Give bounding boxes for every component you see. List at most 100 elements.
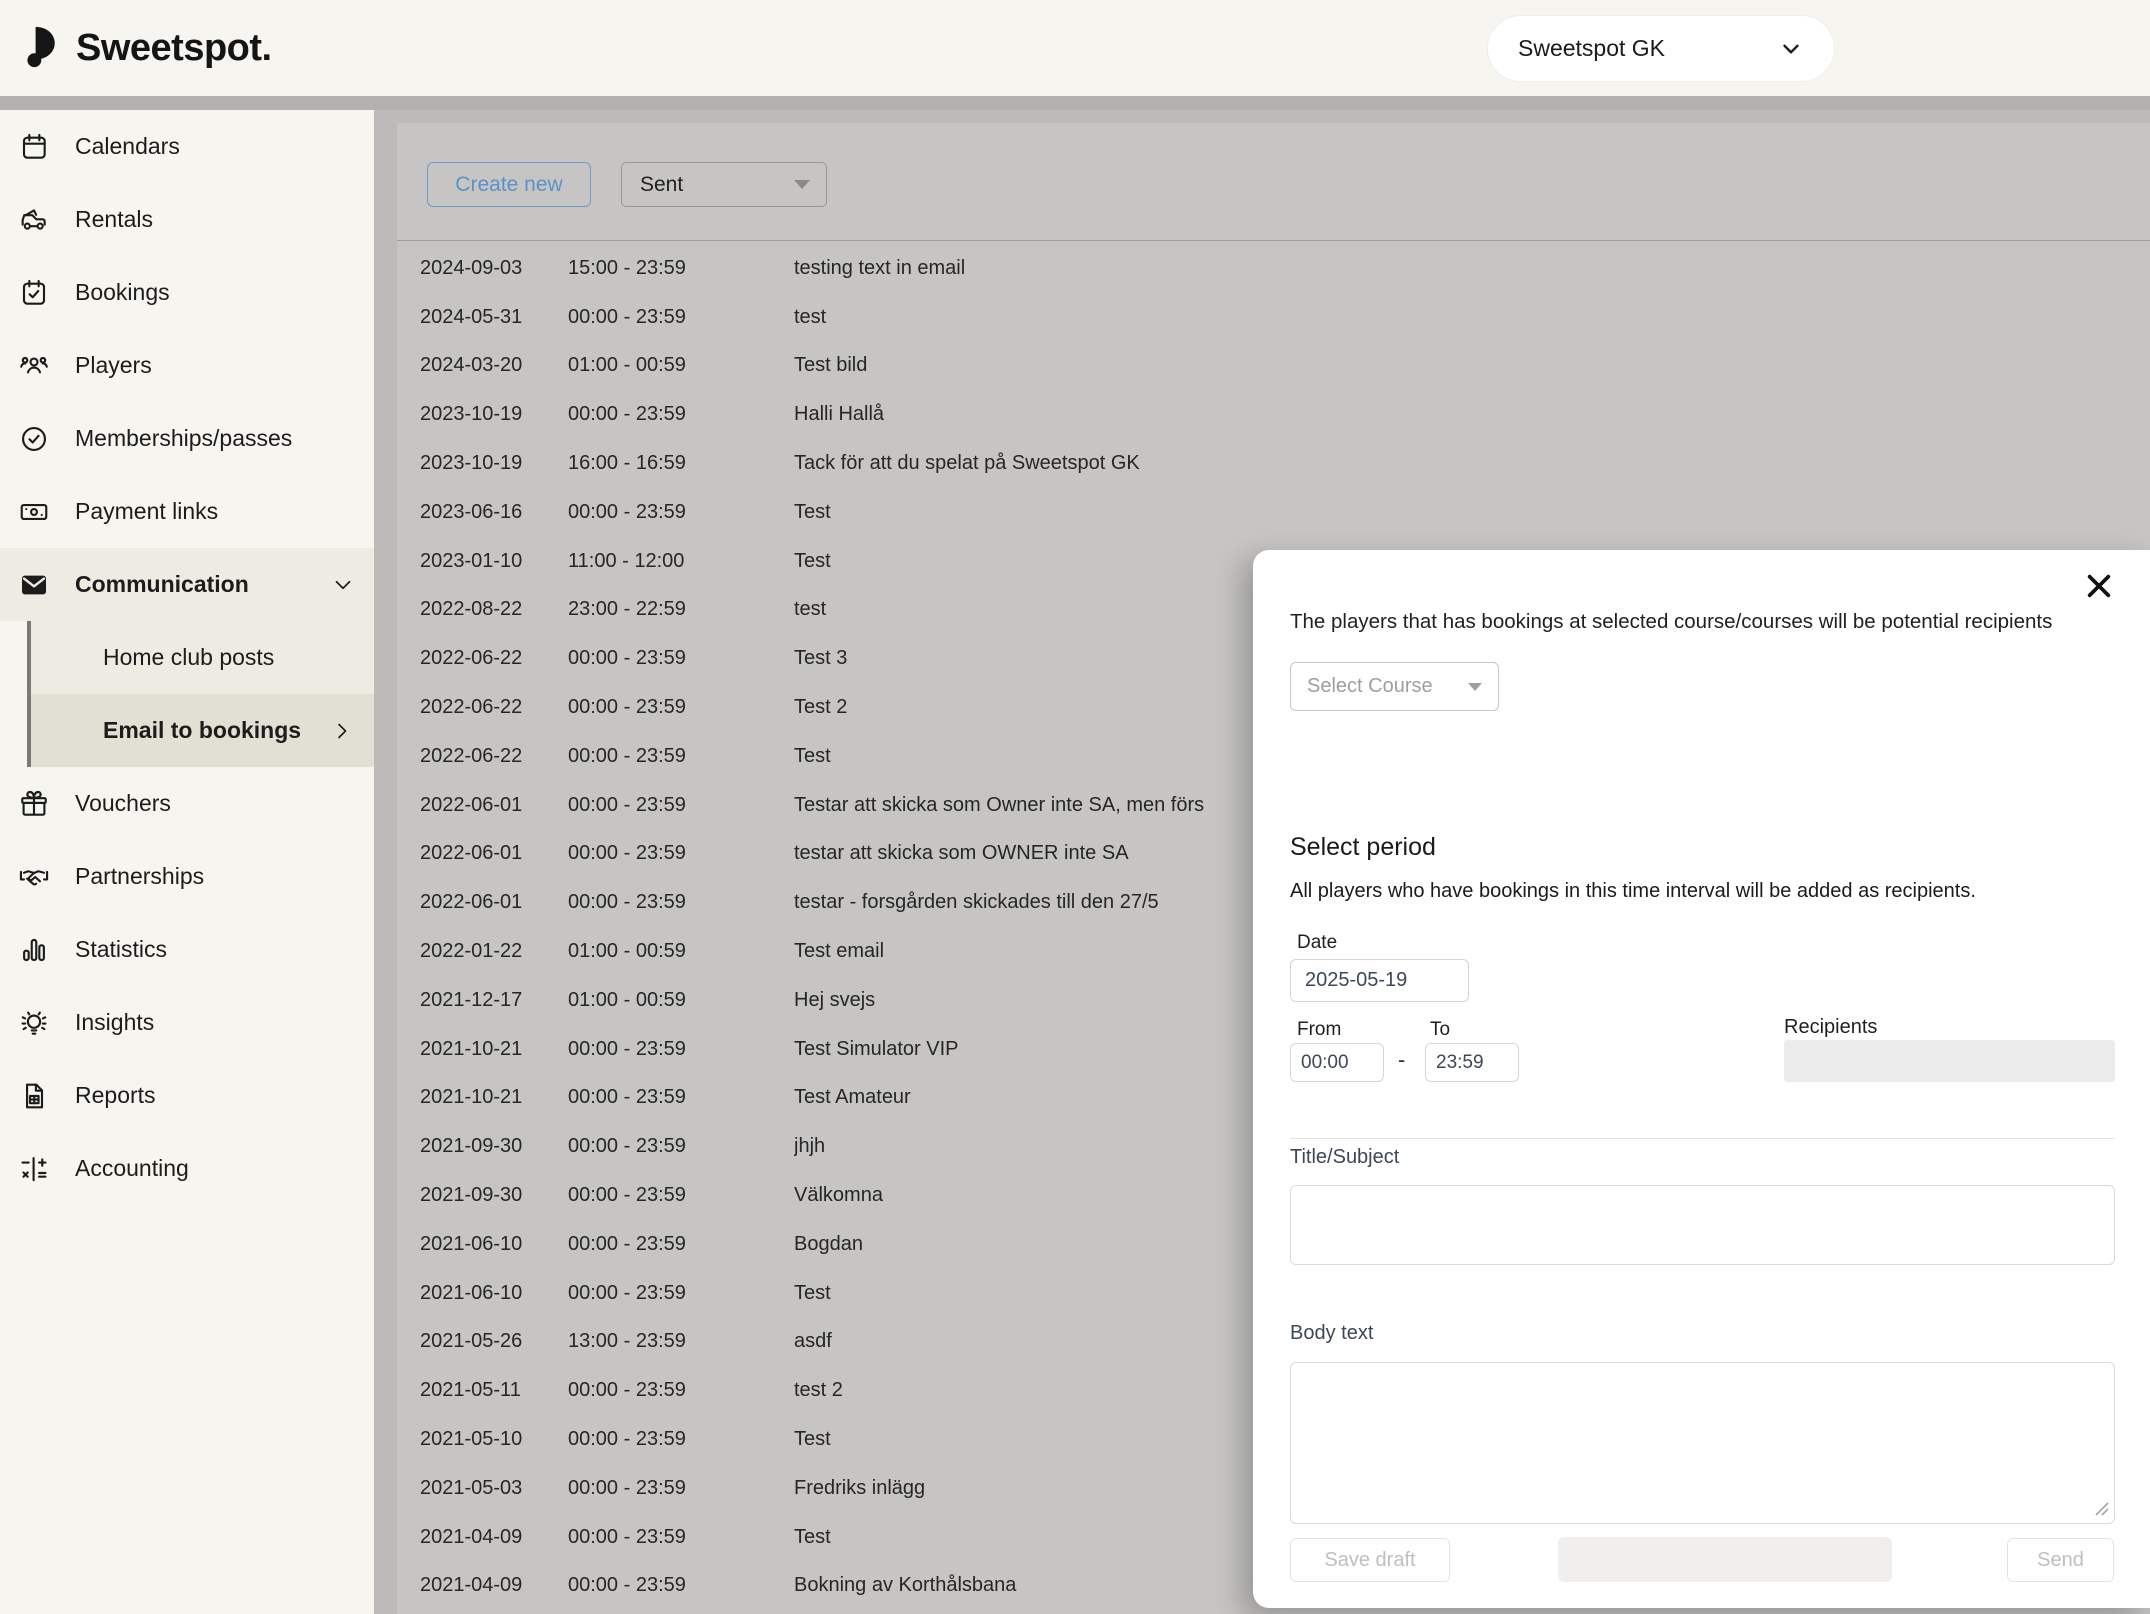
sidebar-item-rentals[interactable]: Rentals xyxy=(0,183,374,256)
document-icon xyxy=(17,1079,51,1113)
email-subject: test xyxy=(794,306,2150,329)
sidebar-item-label: Partnerships xyxy=(75,863,356,890)
email-time-range: 13:00 - 23:59 xyxy=(568,1330,794,1353)
email-date: 2022-06-22 xyxy=(420,696,568,719)
club-selector-dropdown[interactable]: Sweetspot GK xyxy=(1487,15,1835,82)
sidebar-item-label: Bookings xyxy=(75,279,356,306)
email-date: 2022-01-22 xyxy=(420,940,568,963)
email-date: 2021-05-11 xyxy=(420,1379,568,1402)
section-divider xyxy=(1290,1138,2115,1139)
email-row[interactable]: 2021-02-1010:00 - 10:10hallo xyxy=(397,1610,2150,1614)
email-date: 2022-06-01 xyxy=(420,891,568,914)
sidebar-item-label: Accounting xyxy=(75,1155,356,1182)
email-date: 2021-04-09 xyxy=(420,1526,568,1549)
sidebar-subitem-home-club-posts[interactable]: Home club posts xyxy=(31,621,374,694)
email-time-range: 23:00 - 22:59 xyxy=(568,598,794,621)
date-field[interactable] xyxy=(1290,959,1469,1002)
app-header: Sweetspot. Sweetspot GK xyxy=(0,0,2150,96)
date-label: Date xyxy=(1297,932,1337,954)
lightbulb-icon xyxy=(17,1006,51,1040)
sidebar-item-players[interactable]: Players xyxy=(0,329,374,402)
sidebar-item-insights[interactable]: Insights xyxy=(0,986,374,1059)
save-draft-button[interactable]: Save draft xyxy=(1290,1538,1450,1582)
sidebar-item-label: Players xyxy=(75,352,356,379)
sidebar-subitem-email-to-bookings[interactable]: Email to bookings xyxy=(31,694,374,767)
email-time-range: 16:00 - 16:59 xyxy=(568,452,794,475)
email-row[interactable]: 2023-10-1916:00 - 16:59Tack för att du s… xyxy=(397,439,2150,488)
title-subject-field[interactable] xyxy=(1290,1185,2115,1265)
email-date: 2023-06-16 xyxy=(420,501,568,524)
status-filter-dropdown[interactable]: Sent xyxy=(621,162,827,207)
select-period-description: All players who have bookings in this ti… xyxy=(1290,880,1976,903)
sidebar-item-label: Reports xyxy=(75,1082,356,1109)
status-filter-value: Sent xyxy=(640,173,683,197)
sidebar-item-statistics[interactable]: Statistics xyxy=(0,913,374,986)
modal-intro-text: The players that has bookings at selecte… xyxy=(1290,610,2120,634)
sidebar-item-partnerships[interactable]: Partnerships xyxy=(0,840,374,913)
email-row[interactable]: 2024-03-2001:00 - 00:59Test bild xyxy=(397,342,2150,391)
email-date: 2022-06-01 xyxy=(420,794,568,817)
sidebar-item-accounting[interactable]: Accounting xyxy=(0,1132,374,1205)
email-date: 2023-10-19 xyxy=(420,452,568,475)
email-date: 2022-06-22 xyxy=(420,745,568,768)
email-row[interactable]: 2024-05-3100:00 - 23:59test xyxy=(397,293,2150,342)
sidebar-item-communication[interactable]: Communication xyxy=(0,548,374,621)
handshake-icon xyxy=(17,860,51,894)
email-date: 2022-06-01 xyxy=(420,842,568,865)
email-time-range: 01:00 - 00:59 xyxy=(568,940,794,963)
email-subject: Test xyxy=(794,501,2150,524)
close-icon[interactable] xyxy=(2083,570,2115,602)
create-new-button[interactable]: Create new xyxy=(427,162,591,207)
sweetspot-logo-icon xyxy=(22,22,64,75)
header-shadow-strip xyxy=(0,96,2150,110)
banknote-icon xyxy=(17,495,51,529)
email-date: 2021-05-26 xyxy=(420,1330,568,1353)
body-text-field[interactable] xyxy=(1290,1362,2115,1524)
from-time-field[interactable] xyxy=(1290,1043,1384,1082)
from-label: From xyxy=(1297,1019,1341,1041)
sidebar-item-calendars[interactable]: Calendars xyxy=(0,110,374,183)
email-subject: Test bild xyxy=(794,354,2150,377)
sidebar-item-bookings[interactable]: Bookings xyxy=(0,256,374,329)
toolbar-divider xyxy=(397,240,2150,241)
sidebar-item-vouchers[interactable]: Vouchers xyxy=(0,767,374,840)
email-date: 2021-10-21 xyxy=(420,1038,568,1061)
sidebar-item-label: Rentals xyxy=(75,206,356,233)
to-label: To xyxy=(1430,1019,1450,1041)
email-date: 2022-08-22 xyxy=(420,598,568,621)
sidebar-item-reports[interactable]: Reports xyxy=(0,1059,374,1132)
email-row[interactable]: 2023-06-1600:00 - 23:59Test xyxy=(397,488,2150,537)
sidebar-item-label: Insights xyxy=(75,1009,356,1036)
email-row[interactable]: 2023-10-1900:00 - 23:59Halli Hallå xyxy=(397,390,2150,439)
send-button[interactable]: Send xyxy=(2007,1538,2114,1582)
email-subject: Halli Hallå xyxy=(794,403,2150,426)
calendar-check-icon xyxy=(17,276,51,310)
sidebar-item-payment-links[interactable]: Payment links xyxy=(0,475,374,548)
email-date: 2021-09-30 xyxy=(420,1135,568,1158)
email-date: 2021-06-10 xyxy=(420,1233,568,1256)
to-time-field[interactable] xyxy=(1425,1043,1519,1082)
email-time-range: 00:00 - 23:59 xyxy=(568,1379,794,1402)
sidebar-item-memberships-passes[interactable]: Memberships/passes xyxy=(0,402,374,475)
email-date: 2023-10-19 xyxy=(420,403,568,426)
email-time-range: 00:00 - 23:59 xyxy=(568,1086,794,1109)
chevron-down-icon xyxy=(330,572,356,598)
email-date: 2021-04-09 xyxy=(420,1574,568,1597)
email-time-range: 00:00 - 23:59 xyxy=(568,891,794,914)
body-text-label: Body text xyxy=(1290,1322,1373,1345)
email-time-range: 01:00 - 00:59 xyxy=(568,354,794,377)
sidebar-submenu-communication: Home club postsEmail to bookings xyxy=(27,621,374,767)
recipients-field[interactable] xyxy=(1784,1040,2115,1082)
gift-icon xyxy=(17,787,51,821)
people-icon xyxy=(17,349,51,383)
email-subject: Tack för att du spelat på Sweetspot GK xyxy=(794,452,2150,475)
email-date: 2021-10-21 xyxy=(420,1086,568,1109)
calendar-icon xyxy=(17,130,51,164)
recipients-label: Recipients xyxy=(1784,1016,1877,1039)
select-course-dropdown[interactable]: Select Course xyxy=(1290,662,1499,711)
email-time-range: 00:00 - 23:59 xyxy=(568,794,794,817)
email-row[interactable]: 2024-09-0315:00 - 23:59testing text in e… xyxy=(397,244,2150,293)
sidebar-item-label: Payment links xyxy=(75,498,356,525)
title-subject-label: Title/Subject xyxy=(1290,1146,1399,1169)
envelope-icon xyxy=(17,568,51,602)
